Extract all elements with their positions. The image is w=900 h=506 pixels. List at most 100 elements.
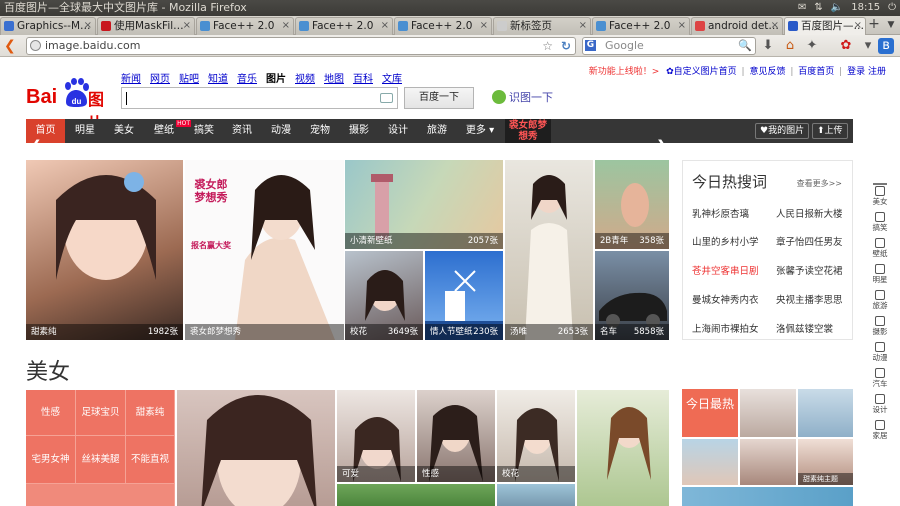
- category-link[interactable]: 知道: [208, 70, 228, 85]
- url-bar[interactable]: image.baidu.com ☆ ↻: [26, 37, 576, 55]
- tab-close-icon[interactable]: ×: [771, 18, 779, 34]
- site-identity-icon[interactable]: [30, 40, 41, 51]
- category-link[interactable]: 视频: [295, 70, 315, 85]
- photo-tile[interactable]: 小清新壁纸 2057张: [345, 160, 503, 249]
- addon-icon[interactable]: ✦: [804, 38, 820, 54]
- hot-term[interactable]: 上海闹市裸拍女: [692, 321, 759, 335]
- nav-item-design[interactable]: 设计: [379, 119, 417, 143]
- browser-tab[interactable]: 使用MaskFil… ×: [97, 17, 195, 35]
- photo-tile[interactable]: [740, 389, 796, 437]
- back-button[interactable]: ❮: [4, 37, 20, 55]
- browser-tab-active[interactable]: 百度图片—… ×: [784, 17, 866, 35]
- tag-cell[interactable]: 丝袜美腿: [76, 436, 126, 484]
- photo-tile[interactable]: [682, 487, 853, 506]
- photo-tile[interactable]: 2B青年 358张: [595, 160, 669, 249]
- hot-term[interactable]: 洛佩兹镂空裳: [776, 321, 833, 335]
- browser-tab[interactable]: Graphics--M… ×: [0, 17, 96, 35]
- sidebar-item-stars[interactable]: 明星: [868, 264, 892, 289]
- customize-link[interactable]: ✿自定义图片首页: [666, 67, 737, 77]
- carousel-next-icon[interactable]: ❯: [656, 138, 668, 154]
- clock[interactable]: 18:15: [851, 0, 880, 16]
- tab-close-icon[interactable]: ×: [678, 18, 686, 34]
- photo-tile-promo[interactable]: 裘女郎 梦想秀 报名赢大奖 裘女郎梦想秀: [185, 160, 344, 340]
- nav-item-funny[interactable]: 搞笑: [185, 119, 223, 143]
- category-link[interactable]: 贴吧: [179, 70, 199, 85]
- sidebar-item-design[interactable]: 设计: [868, 394, 892, 419]
- sidebar-item-home[interactable]: 家居: [868, 420, 892, 445]
- tab-close-icon[interactable]: ×: [579, 18, 587, 34]
- hot-term[interactable]: 曼城女神秀内衣: [692, 292, 759, 306]
- photo-tile[interactable]: 甜素纯 1982张: [26, 160, 183, 340]
- hot-term[interactable]: 章子怡四任男友: [776, 234, 843, 248]
- image-search-input[interactable]: [121, 87, 398, 109]
- volume-icon[interactable]: 🔈: [831, 0, 843, 16]
- photo-tile[interactable]: 汤唯 2653张: [505, 160, 593, 340]
- addon-red-icon[interactable]: ✿: [838, 38, 854, 54]
- tag-cell[interactable]: 宅男女神: [26, 436, 76, 484]
- new-feature-link[interactable]: 新功能上线啦！>: [589, 67, 660, 77]
- tab-close-icon[interactable]: ×: [480, 18, 488, 34]
- today-hottest-tile[interactable]: 今日最热: [682, 389, 738, 437]
- bookmark-star-icon[interactable]: ☆: [542, 38, 553, 54]
- sidebar-item-wallpaper[interactable]: 壁纸: [868, 238, 892, 263]
- sidebar-item-funny[interactable]: 搞笑: [868, 212, 892, 237]
- photo-tile[interactable]: 甜素纯主题: [798, 439, 853, 485]
- tab-close-icon[interactable]: ×: [183, 18, 191, 34]
- sidebar-item-travel[interactable]: 旅游: [868, 290, 892, 315]
- login-link[interactable]: 登录: [847, 67, 865, 77]
- photo-tile[interactable]: 校花 3649张: [345, 251, 423, 340]
- nav-item-pets[interactable]: 宠物: [301, 119, 339, 143]
- my-images-button[interactable]: ♥我的图片: [755, 123, 810, 139]
- category-link[interactable]: 音乐: [237, 70, 257, 85]
- nav-item-beauty[interactable]: 美女: [105, 119, 143, 143]
- search-icon[interactable]: 🔍: [738, 38, 752, 54]
- hot-term-highlight[interactable]: 苍井空客串日剧: [692, 263, 759, 277]
- menu-arrow-icon[interactable]: ▾: [860, 38, 876, 54]
- hot-term[interactable]: 人民日报新大楼: [776, 206, 843, 220]
- sidebar-item-cars[interactable]: 汽车: [868, 368, 892, 393]
- search-engine-icon[interactable]: G: [585, 40, 596, 51]
- category-link[interactable]: 新闻: [121, 70, 141, 85]
- nav-item-anime[interactable]: 动漫: [261, 119, 301, 143]
- baidu-home-link[interactable]: 百度首页: [798, 67, 834, 77]
- tab-close-icon[interactable]: ×: [84, 18, 92, 34]
- browser-tab[interactable]: Face++ 2.0 ×: [394, 17, 492, 35]
- power-icon[interactable]: ⏻: [888, 0, 896, 16]
- category-link[interactable]: 网页: [150, 70, 170, 85]
- baidu-toolbar-icon[interactable]: ʙ: [878, 38, 894, 54]
- register-link[interactable]: 注册: [868, 67, 886, 77]
- tag-cell[interactable]: 性感: [26, 390, 76, 436]
- photo-tile[interactable]: 名车 5858张: [595, 251, 669, 340]
- hot-term[interactable]: 央视主播李思思: [776, 292, 843, 306]
- sidebar-item-photo[interactable]: 摄影: [868, 316, 892, 341]
- browser-tab[interactable]: android det… ×: [691, 17, 783, 35]
- category-link[interactable]: 文库: [382, 70, 402, 85]
- nav-item-photo[interactable]: 摄影: [339, 119, 379, 143]
- tag-cell[interactable]: 不能直视: [126, 436, 175, 484]
- photo-tile[interactable]: [740, 439, 796, 485]
- photo-tile[interactable]: 情人节壁纸 230张: [425, 251, 503, 340]
- reload-icon[interactable]: ↻: [561, 38, 571, 54]
- home-icon[interactable]: ⌂: [782, 38, 798, 54]
- nav-item-more[interactable]: 更多 ▾: [457, 119, 503, 143]
- tag-cell[interactable]: 足球宝贝: [76, 390, 126, 436]
- browser-tab[interactable]: Face++ 2.0 ×: [295, 17, 393, 35]
- feedback-link[interactable]: 意见反馈: [749, 67, 785, 77]
- new-tab-button[interactable]: +: [866, 17, 882, 33]
- photo-tile[interactable]: [577, 390, 669, 506]
- nav-item-travel[interactable]: 旅游: [417, 119, 457, 143]
- upload-button[interactable]: ⬆上传: [812, 123, 848, 139]
- mail-icon[interactable]: ✉: [798, 0, 806, 16]
- promo-banner[interactable]: 裘女郎梦想秀: [505, 119, 551, 143]
- sidebar-item-beauty[interactable]: 美女: [868, 186, 892, 211]
- tag-cell[interactable]: 甜素纯: [126, 390, 175, 436]
- photo-tile[interactable]: 性感: [417, 390, 495, 482]
- web-search-box[interactable]: G Google 🔍: [582, 37, 756, 55]
- photo-tile[interactable]: [337, 484, 495, 506]
- photo-tile[interactable]: [177, 390, 335, 506]
- baidu-image-logo[interactable]: Bai du 图片: [26, 78, 118, 133]
- sidebar-item-anime[interactable]: 动漫: [868, 342, 892, 367]
- photo-tile[interactable]: 可爱: [337, 390, 415, 482]
- nav-item-news[interactable]: 资讯: [223, 119, 261, 143]
- camera-icon[interactable]: [380, 93, 393, 103]
